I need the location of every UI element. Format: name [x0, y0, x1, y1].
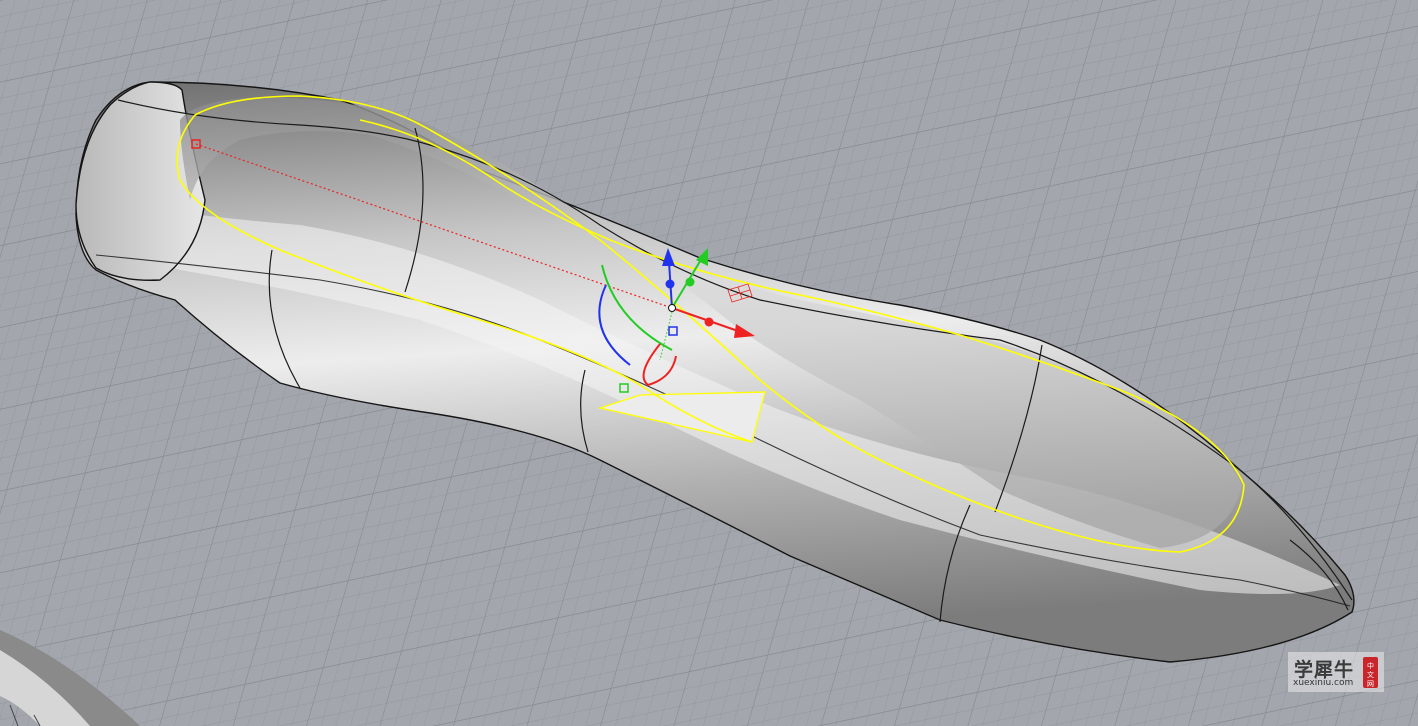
y-scale-handle[interactable]	[685, 277, 695, 287]
svg-text:中: 中	[1367, 661, 1374, 670]
gumball-origin[interactable]	[668, 304, 676, 312]
3d-viewport[interactable]: 学犀牛 xuexiniu.com 中 文 网	[0, 0, 1418, 726]
svg-text:网: 网	[1367, 680, 1374, 688]
svg-text:文: 文	[1367, 670, 1374, 679]
x-scale-handle[interactable]	[704, 317, 714, 327]
watermark-url: xuexiniu.com	[1293, 678, 1354, 688]
watermark-seal-icon: 中 文 网	[1363, 657, 1378, 688]
watermark-logo: 学犀牛 xuexiniu.com 中 文 网	[1288, 652, 1384, 692]
perspective-scene[interactable]	[0, 0, 1418, 726]
z-scale-handle[interactable]	[665, 279, 675, 289]
